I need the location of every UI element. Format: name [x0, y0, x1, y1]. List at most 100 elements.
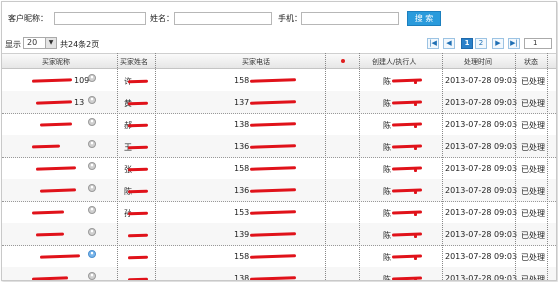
- user-icon[interactable]: [88, 140, 96, 148]
- redaction-mark: [391, 166, 423, 171]
- buyer-phone: 138: [234, 120, 250, 129]
- user-icon[interactable]: [88, 184, 96, 192]
- redaction-mark: [414, 81, 417, 84]
- status-text: 已处理: [521, 99, 545, 108]
- table-row[interactable]: 158 陈 2013-07-28 09:03 已处理: [2, 245, 556, 268]
- column-divider: [117, 53, 118, 280]
- redaction-mark: [249, 210, 297, 215]
- redaction-mark: [414, 235, 417, 238]
- user-icon[interactable]: [88, 74, 96, 82]
- creator-name: 陈: [383, 187, 391, 196]
- process-time: 2013-07-28 09:03: [445, 186, 518, 195]
- header-status[interactable]: 状态: [524, 57, 538, 67]
- user-icon[interactable]: [88, 96, 96, 104]
- redaction-mark: [127, 101, 149, 106]
- column-divider: [155, 53, 156, 280]
- pager-bar: 显示 20 ▼ 共24条2页 |◀ ◀ 1 2 ▶ ▶| 1: [2, 35, 556, 52]
- user-icon[interactable]: [88, 118, 96, 126]
- redaction-mark: [35, 166, 77, 171]
- process-time: 2013-07-28 09:03: [445, 142, 518, 151]
- buyer-phone: 136: [234, 142, 250, 151]
- first-page-icon[interactable]: |◀: [427, 38, 439, 49]
- process-time: 2013-07-28 09:03: [445, 164, 518, 173]
- last-page-icon[interactable]: ▶|: [508, 38, 520, 49]
- redaction-mark: [391, 232, 423, 237]
- column-divider: [442, 53, 443, 280]
- column-divider: [515, 53, 516, 280]
- status-text: 已处理: [521, 77, 545, 86]
- redaction-mark: [414, 213, 417, 216]
- user-icon[interactable]: [88, 272, 96, 280]
- redaction-mark: [31, 276, 69, 280]
- redaction-mark: [414, 279, 417, 280]
- page-1-button[interactable]: 1: [461, 38, 473, 49]
- header-time[interactable]: 处理时间: [464, 57, 492, 67]
- table-row[interactable]: 陈136陈2013-07-28 09:03已处理: [2, 179, 556, 202]
- page-size-value: 20: [27, 38, 38, 47]
- customer-nick-input[interactable]: [54, 12, 146, 25]
- next-page-icon[interactable]: ▶: [492, 38, 504, 49]
- user-icon[interactable]: [88, 162, 96, 170]
- search-bar: 客户昵称： 姓名： 手机： 搜 索: [2, 2, 556, 32]
- buyer-phone: 158: [234, 164, 250, 173]
- table-row[interactable]: 孙153陈2013-07-28 09:03已处理: [2, 201, 556, 224]
- redaction-mark: [127, 277, 149, 280]
- buyer-phone: 139: [234, 230, 250, 239]
- header-buyer-nick[interactable]: 买家昵称: [42, 57, 70, 67]
- table-header: 买家昵称 买家姓名 买家电话 创建人/执行人 处理时间 状态: [2, 53, 556, 69]
- redaction-mark: [414, 125, 417, 128]
- status-text: 已处理: [521, 143, 545, 152]
- redaction-mark: [391, 78, 423, 83]
- name-input[interactable]: [174, 12, 272, 25]
- buyer-phone: 136: [234, 186, 250, 195]
- redaction-mark: [249, 144, 297, 149]
- redaction-mark: [127, 123, 149, 128]
- header-creator[interactable]: 创建人/执行人: [372, 57, 416, 67]
- process-time: 2013-07-28 09:03: [445, 252, 518, 261]
- redaction-mark: [391, 276, 423, 280]
- process-time: 2013-07-28 09:03: [445, 208, 518, 217]
- redaction-mark: [127, 189, 149, 194]
- redaction-mark: [249, 122, 297, 127]
- total-count-label: 共24条2页: [60, 40, 100, 49]
- table-row[interactable]: 王136陈2013-07-28 09:03已处理: [2, 135, 556, 158]
- table-row[interactable]: 郝138陈2013-07-28 09:03已处理: [2, 113, 556, 136]
- redaction-mark: [35, 232, 65, 237]
- table-row[interactable]: 张158陈2013-07-28 09:03已处理: [2, 157, 556, 180]
- redaction-mark: [249, 254, 297, 259]
- buyer-phone: 138: [234, 274, 250, 281]
- user-icon[interactable]: [88, 250, 96, 258]
- user-icon[interactable]: [88, 228, 96, 236]
- redaction-mark: [31, 144, 61, 149]
- process-time: 2013-07-28 09:03: [445, 230, 518, 239]
- order-list-panel: 客户昵称： 姓名： 手机： 搜 索 显示 20 ▼ 共24条2页 |◀ ◀ 1 …: [1, 1, 557, 281]
- redaction-mark: [127, 79, 149, 84]
- redaction-mark: [414, 103, 417, 106]
- creator-name: 陈: [383, 253, 391, 262]
- header-buyer-phone[interactable]: 买家电话: [242, 57, 270, 67]
- status-text: 已处理: [521, 121, 545, 130]
- name-label: 姓名：: [150, 14, 174, 23]
- column-divider: [325, 53, 326, 280]
- creator-name: 陈: [383, 121, 391, 130]
- table-row[interactable]: 138 陈 2013-07-28 09:03 已处理: [2, 267, 556, 281]
- table-row[interactable]: 139 陈 2013-07-28 09:03 已处理: [2, 223, 556, 246]
- redaction-mark: [127, 255, 149, 260]
- user-icon[interactable]: [88, 206, 96, 214]
- redaction-mark: [39, 254, 81, 259]
- search-button[interactable]: 搜 索: [407, 11, 441, 26]
- redaction-mark: [39, 122, 73, 127]
- redaction-mark: [414, 147, 417, 150]
- phone-input[interactable]: [301, 12, 399, 25]
- page-size-select[interactable]: 20 ▼: [23, 37, 57, 49]
- prev-page-icon[interactable]: ◀: [443, 38, 455, 49]
- process-time: 2013-07-28 09:03: [445, 274, 518, 281]
- table-row[interactable]: 13黄137陈2013-07-28 09:03已处理: [2, 91, 556, 114]
- page-2-button[interactable]: 2: [475, 38, 487, 49]
- redaction-mark: [391, 188, 423, 193]
- goto-page-input[interactable]: 1: [524, 38, 552, 49]
- header-buyer-name[interactable]: 买家姓名: [120, 57, 148, 67]
- table-row[interactable]: 109许158陈2013-07-28 09:03已处理: [2, 69, 556, 92]
- buyer-nick: 109: [74, 76, 90, 85]
- redaction-mark: [127, 167, 149, 172]
